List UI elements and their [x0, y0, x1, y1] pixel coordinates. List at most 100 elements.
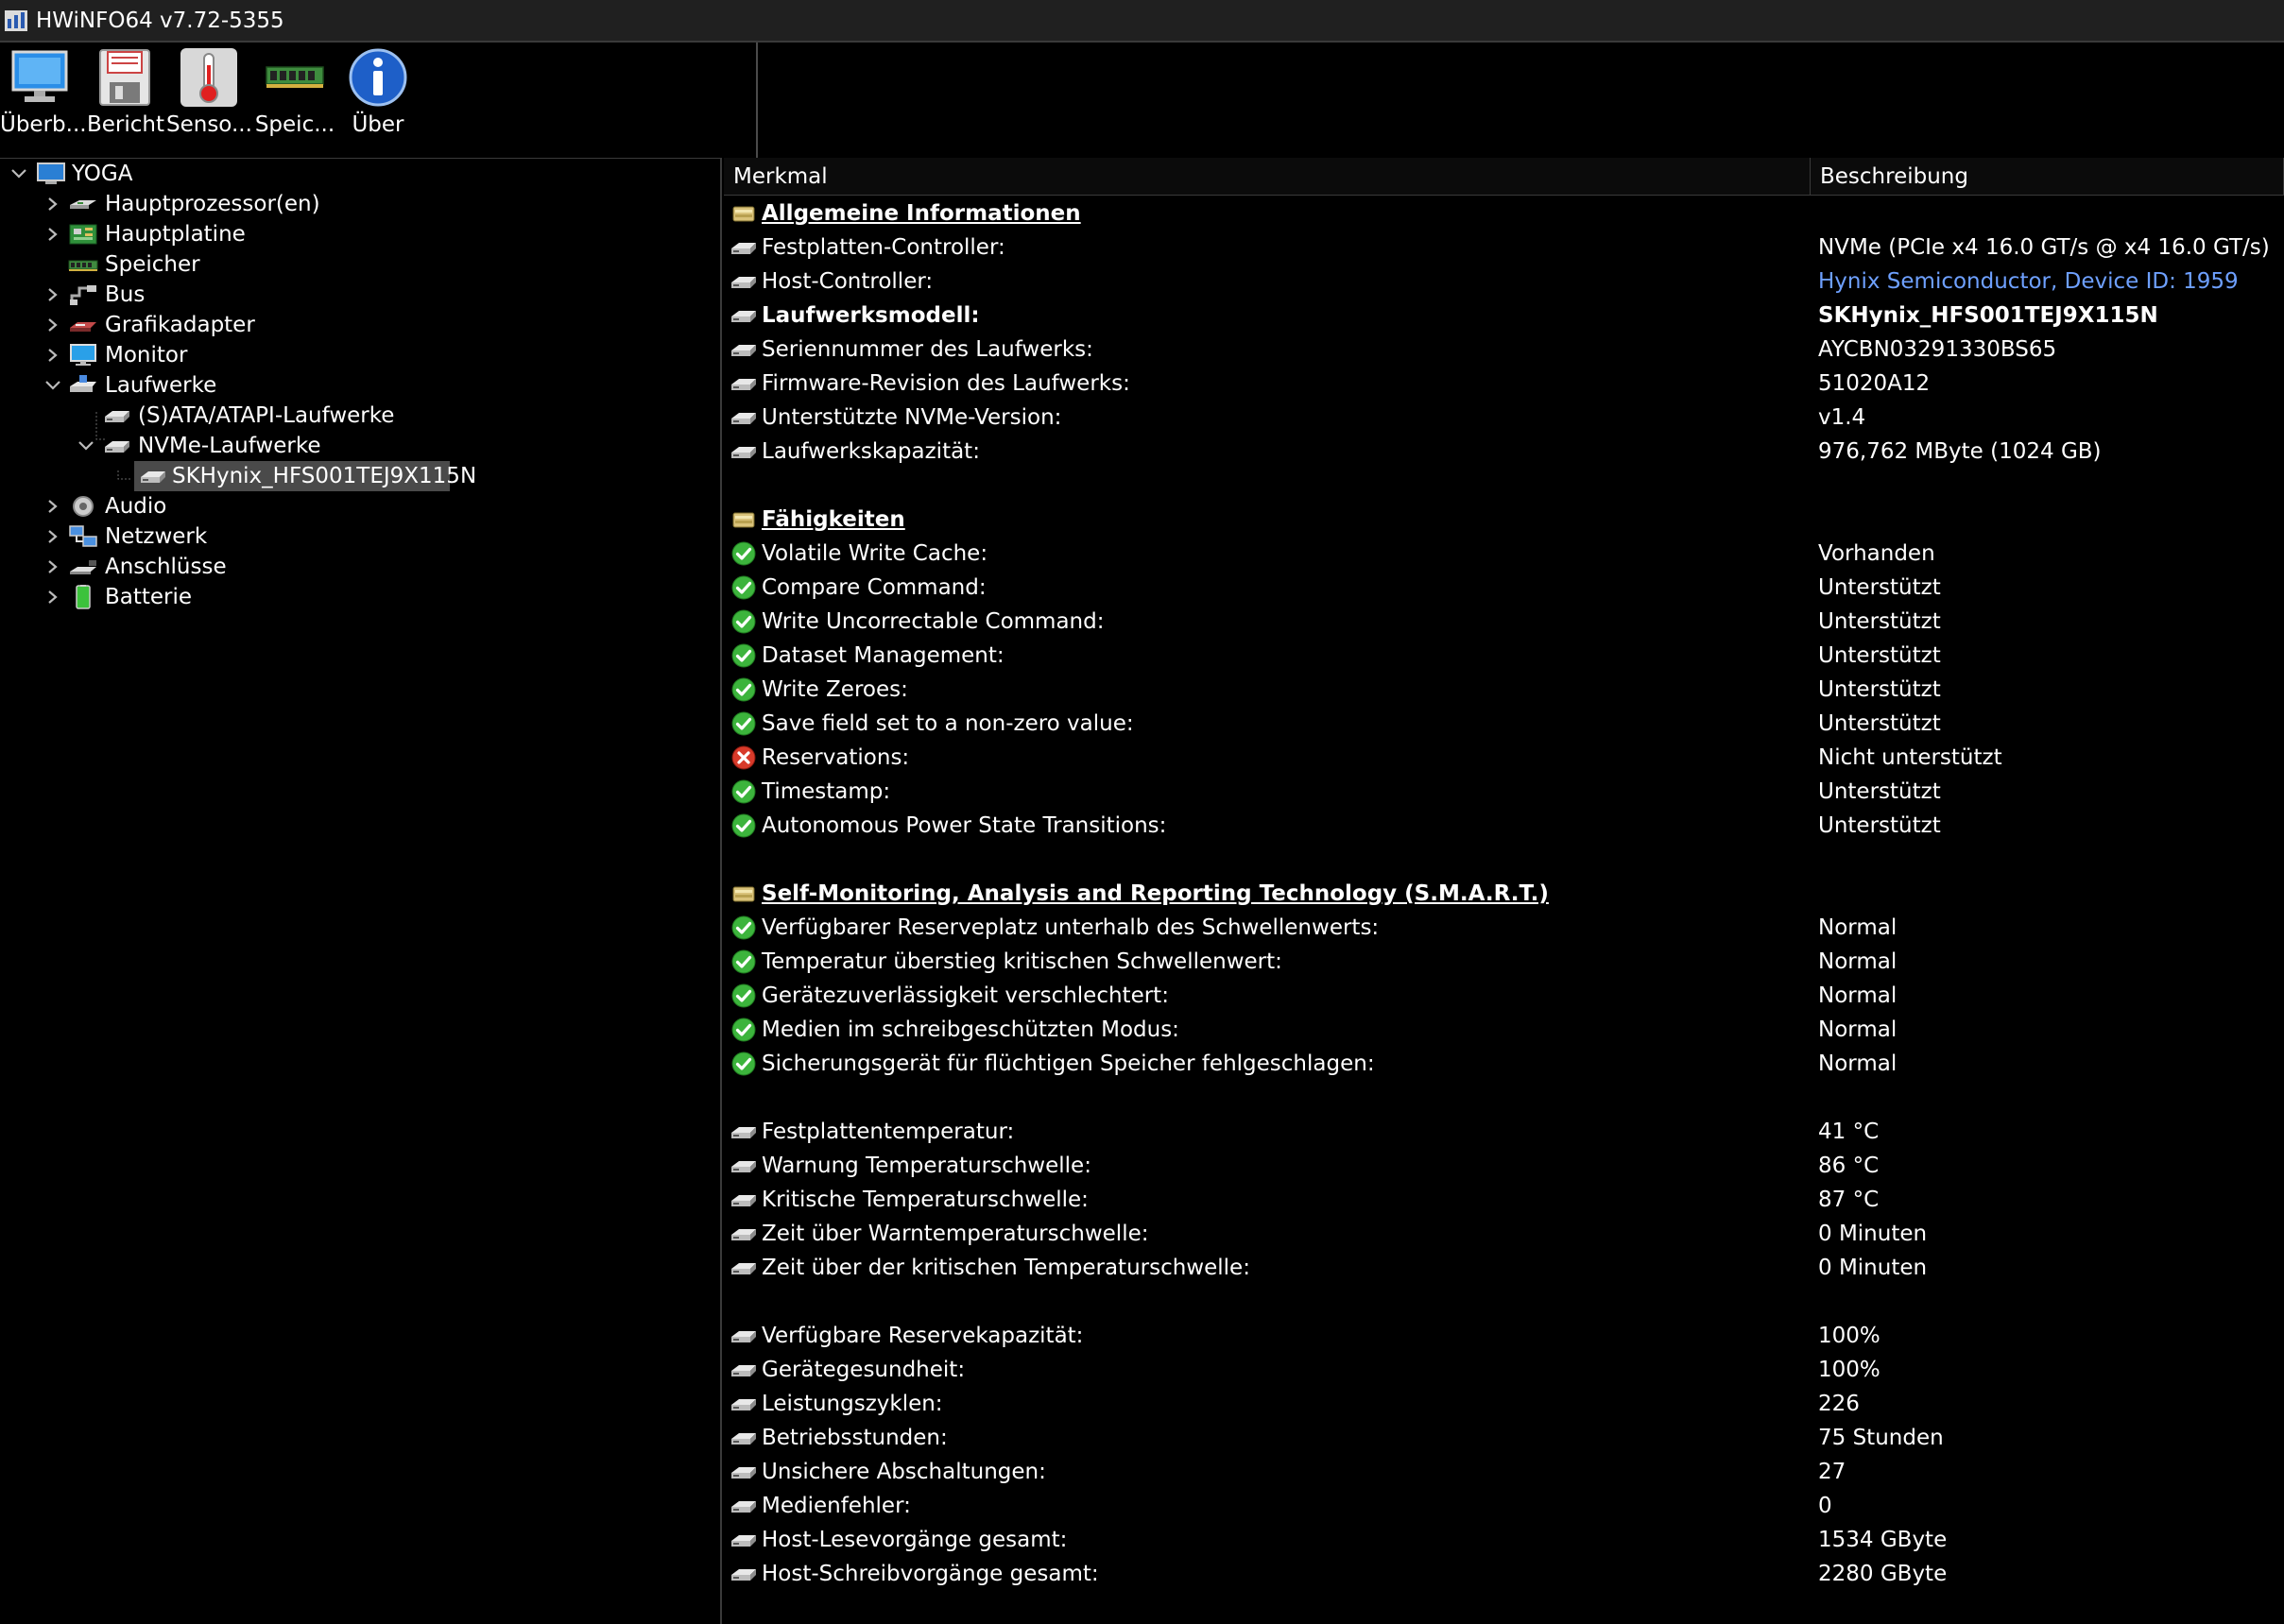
- table-row[interactable]: Verfügbare Reservekapazität: 100%: [724, 1319, 2284, 1353]
- table-row[interactable]: Unsichere Abschaltungen: 27: [724, 1455, 2284, 1489]
- table-row[interactable]: Kritische Temperaturschwelle: 87 °C: [724, 1183, 2284, 1217]
- tree-item-nvme-drives[interactable]: NVMe-Laufwerke: [0, 431, 378, 461]
- row-label: Autonomous Power State Transitions:: [762, 813, 1167, 838]
- tree-item-motherboard[interactable]: Hauptplatine: [0, 219, 378, 249]
- tree-item-label: Netzwerk: [105, 524, 208, 549]
- tree-item-graphics[interactable]: Grafikadapter: [0, 310, 378, 340]
- chevron-right-icon[interactable]: [43, 189, 62, 219]
- check-icon: [730, 983, 758, 1008]
- table-row[interactable]: Host-Controller: Hynix Semiconductor, Dev…: [724, 265, 2284, 299]
- table-row[interactable]: Host-Schreibvorgänge gesamt: 2280 GByte: [724, 1557, 2284, 1591]
- chevron-right-icon[interactable]: [43, 219, 62, 249]
- row-value: v1.4: [1818, 405, 1866, 430]
- table-row[interactable]: Write Zeroes: Unterstützt: [724, 673, 2284, 707]
- tree-item-skhynix-drive[interactable]: SKHynix_HFS001TEJ9X115N: [134, 461, 476, 491]
- floppy-disk-icon: [94, 46, 155, 109]
- chevron-right-icon[interactable]: [43, 280, 62, 310]
- section-header-row[interactable]: Self-Monitoring, Analysis and Reporting …: [724, 877, 2284, 911]
- table-row[interactable]: Zeit über Warntemperaturschwelle: 0 Minut…: [724, 1217, 2284, 1251]
- details-list[interactable]: Merkmal Beschreibung Allgemeine Informat…: [724, 158, 2284, 1624]
- tree-item-network[interactable]: Netzwerk: [0, 521, 378, 552]
- row-value-link[interactable]: Hynix Semiconductor, Device ID: 1959: [1818, 265, 2239, 299]
- cross-icon: [730, 745, 758, 770]
- chevron-right-icon[interactable]: [43, 552, 62, 582]
- tree-item-battery[interactable]: Batterie: [0, 582, 378, 612]
- table-row[interactable]: Autonomous Power State Transitions: Unter…: [724, 809, 2284, 843]
- memory-button[interactable]: Speic...: [253, 43, 336, 156]
- table-row[interactable]: Save field set to a non-zero value: Unter…: [724, 707, 2284, 741]
- table-row[interactable]: Temperatur überstieg kritischen Schwelle…: [724, 945, 2284, 979]
- row-value: 0 Minuten: [1818, 1256, 1928, 1280]
- drive-icon: [138, 464, 168, 488]
- table-row[interactable]: Unterstützte NVMe-Version: v1.4: [724, 401, 2284, 435]
- table-row[interactable]: Laufwerkskapazität: 976,762 MByte (1024 G…: [724, 435, 2284, 469]
- tree-item-drives[interactable]: Laufwerke: [0, 370, 378, 401]
- table-row[interactable]: Compare Command: Unterstützt: [724, 571, 2284, 605]
- table-row[interactable]: Seriennummer des Laufwerks: AYCBN03291330…: [724, 333, 2284, 367]
- chevron-down-icon[interactable]: [43, 370, 62, 401]
- table-row[interactable]: Write Uncorrectable Command: Unterstützt: [724, 605, 2284, 639]
- row-value: 51020A12: [1818, 371, 1931, 396]
- table-row[interactable]: Dataset Management: Unterstützt: [724, 639, 2284, 673]
- tree-item-cpu[interactable]: Hauptprozessor(en): [0, 189, 378, 219]
- table-row[interactable]: Warnung Temperaturschwelle: 86 °C: [724, 1149, 2284, 1183]
- overview-button[interactable]: Überb...: [0, 43, 87, 156]
- table-row[interactable]: Host-Lesevorgänge gesamt: 1534 GByte: [724, 1523, 2284, 1557]
- chevron-down-icon[interactable]: [9, 159, 28, 189]
- row-value: Unterstützt: [1818, 677, 1941, 702]
- row-value: 2280 GByte: [1818, 1562, 1948, 1586]
- tree-item-ports[interactable]: Anschlüsse: [0, 552, 378, 582]
- device-tree[interactable]: YOGA Hauptprozessor(en) Hauptplatine Spe…: [0, 158, 722, 1624]
- tree-item-audio[interactable]: Audio: [0, 491, 378, 521]
- sensors-button[interactable]: Senso...: [166, 43, 252, 156]
- tree-item-bus[interactable]: Bus: [0, 280, 378, 310]
- chevron-right-icon[interactable]: [43, 491, 62, 521]
- table-row[interactable]: Timestamp: Unterstützt: [724, 775, 2284, 809]
- table-row[interactable]: Zeit über der kritischen Temperaturschwe…: [724, 1251, 2284, 1285]
- table-row[interactable]: Festplattentemperatur: 41 °C: [724, 1115, 2284, 1149]
- about-button[interactable]: Über: [340, 43, 416, 156]
- table-row[interactable]: Festplatten-Controller: NVMe (PCIe x4 16.…: [724, 231, 2284, 265]
- table-row[interactable]: Sicherungsgerät für flüchtigen Speicher …: [724, 1047, 2284, 1081]
- drive-icon: [102, 403, 132, 428]
- section-header-row[interactable]: Fähigkeiten: [724, 503, 2284, 537]
- chevron-right-icon[interactable]: [43, 310, 62, 340]
- table-row[interactable]: Medien im schreibgeschützten Modus: Norma…: [724, 1013, 2284, 1047]
- check-icon: [730, 1051, 758, 1076]
- row-label: Timestamp:: [762, 779, 891, 804]
- row-label: Host-Schreibvorgänge gesamt:: [762, 1562, 1099, 1586]
- drive-icon: [730, 1426, 758, 1450]
- report-button[interactable]: Bericht: [87, 43, 164, 156]
- row-label: Seriennummer des Laufwerks:: [762, 337, 1093, 362]
- table-row[interactable]: Volatile Write Cache: Vorhanden: [724, 537, 2284, 571]
- spacer-row: [724, 1285, 2284, 1319]
- tree-item-sata-drives[interactable]: (S)ATA/ATAPI-Laufwerke: [0, 401, 435, 431]
- table-row[interactable]: Leistungszyklen: 226: [724, 1387, 2284, 1421]
- table-row[interactable]: Medienfehler: 0: [724, 1489, 2284, 1523]
- table-row[interactable]: Betriebsstunden: 75 Stunden: [724, 1421, 2284, 1455]
- column-header-description[interactable]: Beschreibung: [1811, 158, 2284, 196]
- section-header-row[interactable]: Allgemeine Informationen: [724, 197, 2284, 231]
- motherboard-icon: [68, 222, 98, 247]
- check-icon: [730, 609, 758, 634]
- row-label: Write Uncorrectable Command:: [762, 609, 1105, 634]
- table-row[interactable]: Gerätezuverlässigkeit verschlechtert: Nor…: [724, 979, 2284, 1013]
- row-label: Verfügbare Reservekapazität:: [762, 1324, 1084, 1348]
- table-row[interactable]: Firmware-Revision des Laufwerks: 51020A12: [724, 367, 2284, 401]
- chevron-down-icon[interactable]: [77, 431, 95, 461]
- column-header-feature[interactable]: Merkmal: [724, 158, 1811, 196]
- tree-item-yoga[interactable]: YOGA: [0, 159, 378, 189]
- tree-item-memory[interactable]: Speicher: [0, 249, 378, 280]
- tree-item-monitor[interactable]: Monitor: [0, 340, 378, 370]
- drive-icon: [730, 269, 758, 294]
- chevron-right-icon[interactable]: [43, 340, 62, 370]
- table-row[interactable]: Reservations: Nicht unterstützt: [724, 741, 2284, 775]
- row-label: Laufwerkskapazität:: [762, 439, 980, 464]
- chevron-right-icon[interactable]: [43, 582, 62, 612]
- table-row[interactable]: Laufwerksmodell: SKHynix_HFS001TEJ9X115N: [724, 299, 2284, 333]
- speaker-icon: [68, 494, 98, 519]
- table-row[interactable]: Verfügbarer Reserveplatz unterhalb des S…: [724, 911, 2284, 945]
- chevron-right-icon[interactable]: [43, 521, 62, 552]
- row-label: Reservations:: [762, 745, 910, 770]
- table-row[interactable]: Gerätegesundheit: 100%: [724, 1353, 2284, 1387]
